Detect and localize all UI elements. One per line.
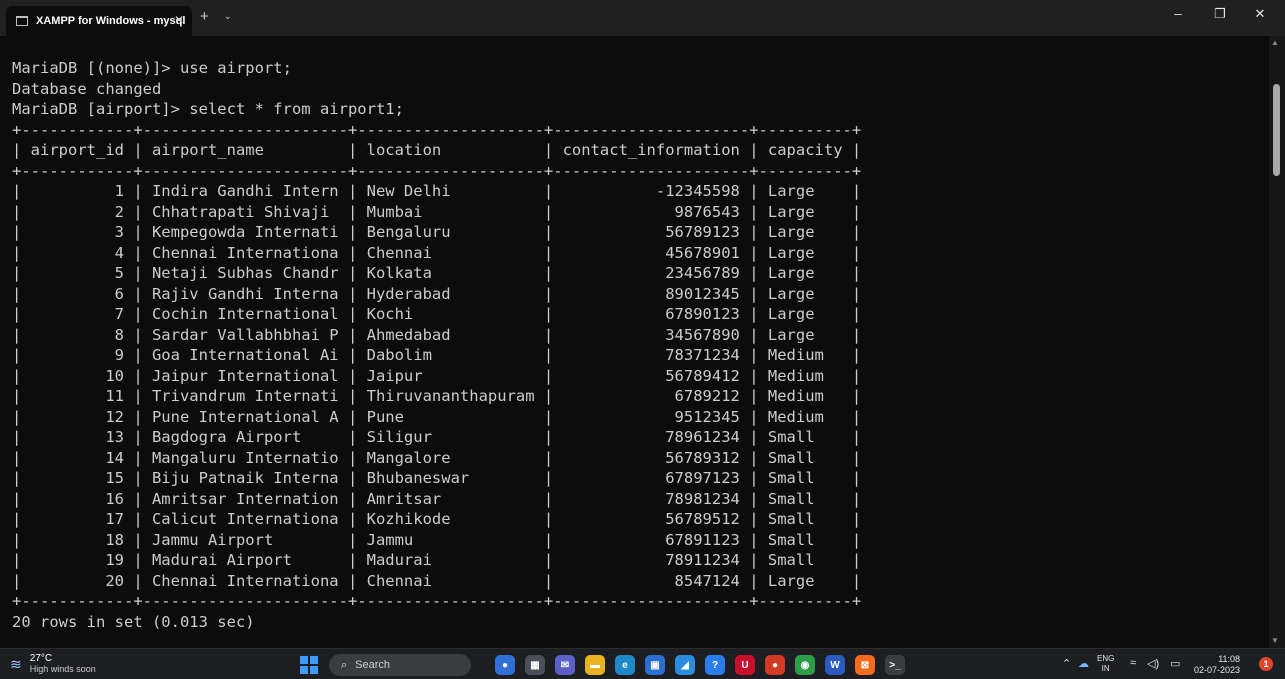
terminal-line: | 17 | Calicut Internationa | Kozhikode …	[12, 510, 862, 528]
terminal-pane[interactable]: MariaDB [(none)]> use airport; Database c…	[0, 36, 1269, 648]
scrollbar-thumb[interactable]	[1273, 84, 1280, 176]
start-button[interactable]	[300, 656, 318, 674]
task-view-icon[interactable]: ▦	[525, 655, 545, 675]
terminal-line: +------------+----------------------+---…	[12, 120, 862, 139]
minimize-button[interactable]: –	[1158, 6, 1198, 21]
tab-xampp-mysql[interactable]: XAMPP for Windows - mysql ✕	[6, 6, 192, 36]
mcafee-icon[interactable]: U	[735, 655, 755, 675]
terminal-line: | 15 | Biju Patnaik Interna | Bhubaneswa…	[12, 469, 862, 487]
terminal-line: 20 rows in set (0.013 sec)	[12, 612, 255, 631]
terminal-line: | 12 | Pune International A | Pune | 951…	[12, 407, 862, 426]
tab-dropdown-icon[interactable]: ⌄	[224, 11, 232, 22]
terminal-output: MariaDB [(none)]> use airport; Database c…	[12, 58, 861, 632]
maximize-button[interactable]: ❐	[1200, 6, 1240, 22]
photos-icon[interactable]: ◢	[675, 655, 695, 675]
terminal-icon[interactable]: >_	[885, 655, 905, 675]
terminal-line: Database changed	[12, 79, 162, 98]
terminal-line: | 4 | Chennai Internationa | Chennai | 4…	[12, 243, 862, 262]
weather-widget[interactable]: ≋ 27°C High winds soon	[10, 653, 96, 675]
wifi-icon[interactable]: ≈	[1130, 657, 1136, 669]
terminal-line: | 5 | Netaji Subhas Chandr | Kolkata | 2…	[12, 264, 862, 282]
input-language[interactable]: ENG IN	[1097, 654, 1114, 674]
chrome-icon[interactable]: ◉	[795, 655, 815, 675]
office-icon[interactable]: ●	[765, 655, 785, 675]
notification-badge[interactable]: 1	[1259, 657, 1273, 671]
terminal-line: | 3 | Kempegowda Internati | Bengaluru |…	[12, 223, 862, 241]
search-label: Search	[355, 659, 391, 671]
tab-close-icon[interactable]: ✕	[174, 13, 184, 27]
terminal-line: | 6 | Rajiv Gandhi Interna | Hyderabad |…	[12, 284, 862, 303]
clock-date: 02-07-2023	[1194, 665, 1241, 675]
terminal-line: +------------+----------------------+---…	[12, 592, 862, 610]
clock-time: 11:08	[1218, 654, 1241, 664]
terminal-line: | airport_id | airport_name | location |…	[12, 141, 862, 159]
terminal-line: MariaDB [(none)]> use airport;	[12, 59, 292, 77]
terminal-line: | 11 | Trivandrum Internati | Thiruvanan…	[12, 387, 862, 405]
terminal-line: | 14 | Mangaluru Internatio | Mangalore …	[12, 448, 862, 467]
microsoft-store-icon[interactable]: ▣	[645, 655, 665, 675]
tab-title: XAMPP for Windows - mysql	[36, 15, 186, 27]
weather-temperature: 27°C	[29, 653, 53, 664]
terminal-line: | 2 | Chhatrapati Shivaji | Mumbai | 987…	[12, 202, 862, 221]
weather-description: High winds soon	[29, 664, 96, 674]
wind-icon: ≋	[10, 655, 22, 672]
terminal-line: +------------+----------------------+---…	[12, 161, 862, 180]
scroll-down-icon[interactable]: ▼	[1271, 636, 1279, 645]
terminal-line: | 10 | Jaipur International | Jaipur | 5…	[12, 366, 862, 385]
cortana-icon[interactable]: ●	[495, 655, 515, 675]
taskbar: ≋ 27°C High winds soon ⌕ Search ● ▦ ✉ ▬ e ▣ ◢?…	[0, 648, 1285, 679]
terminal-line: | 18 | Jammu Airport | Jammu | 67891123 …	[12, 530, 862, 549]
volume-icon[interactable]: ◁)	[1147, 657, 1159, 670]
title-bar: XAMPP for Windows - mysql ✕ + ⌄ – ❐ ✕	[0, 0, 1285, 36]
xampp-icon[interactable]: ⊠	[855, 655, 875, 675]
terminal-line: | 1 | Indira Gandhi Intern | New Delhi |…	[12, 182, 862, 200]
taskbar-search[interactable]: ⌕ Search	[329, 654, 471, 676]
new-tab-button[interactable]: +	[200, 8, 209, 25]
terminal-line: | 7 | Cochin International | Kochi | 678…	[12, 305, 862, 323]
word-icon[interactable]: W	[825, 655, 845, 675]
system-clock[interactable]: 11:08 02-07-2023	[1194, 654, 1240, 676]
show-hidden-icons[interactable]: ⌃	[1062, 657, 1071, 670]
scroll-up-icon[interactable]: ▲	[1271, 38, 1279, 47]
terminal-line: | 16 | Amritsar Internation | Amritsar |…	[12, 489, 862, 508]
terminal-tab-icon	[16, 16, 28, 26]
cloud-sync-icon[interactable]: ☁	[1078, 657, 1089, 670]
edge-icon[interactable]: e	[615, 655, 635, 675]
terminal-line: | 9 | Goa International Ai | Dabolim | 7…	[12, 346, 862, 364]
terminal-line: | 19 | Madurai Airport | Madurai | 78911…	[12, 551, 862, 569]
terminal-line: MariaDB [airport]> select * from airport…	[12, 100, 404, 118]
file-explorer-icon[interactable]: ▬	[585, 655, 605, 675]
battery-icon[interactable]: ▭	[1170, 657, 1180, 670]
close-button[interactable]: ✕	[1240, 6, 1280, 22]
help-icon[interactable]: ?	[705, 655, 725, 675]
terminal-line: | 8 | Sardar Vallabhbhai P | Ahmedabad |…	[12, 325, 862, 344]
terminal-line: | 13 | Bagdogra Airport | Siligur | 7896…	[12, 428, 862, 446]
terminal-line: | 20 | Chennai Internationa | Chennai | …	[12, 571, 862, 590]
search-icon: ⌕	[341, 658, 348, 671]
teams-chat-icon[interactable]: ✉	[555, 655, 575, 675]
